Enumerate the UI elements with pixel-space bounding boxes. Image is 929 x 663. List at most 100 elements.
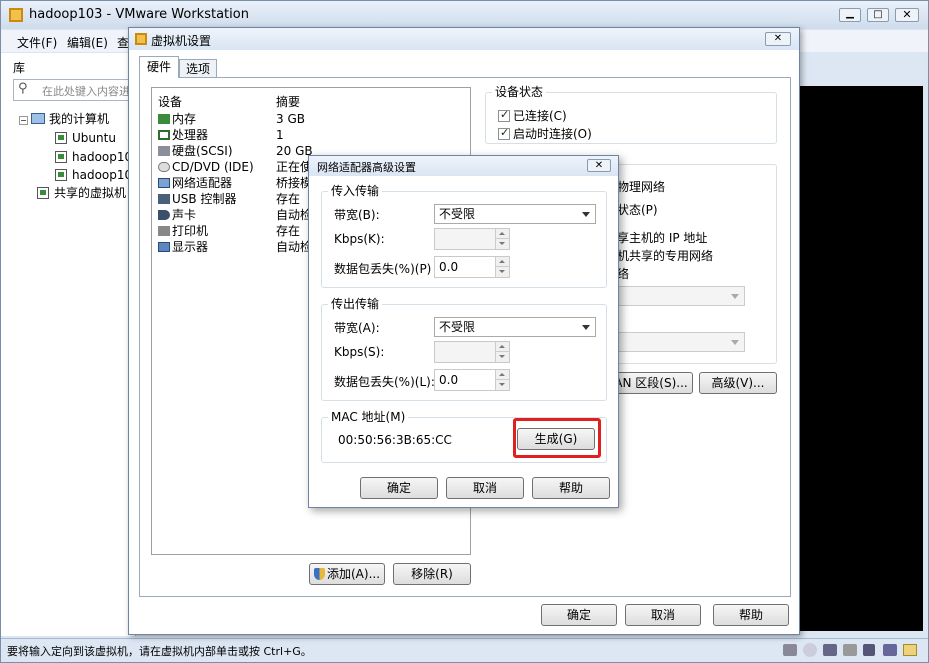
network-advanced-title-bar: 网络适配器高级设置 ✕	[309, 156, 618, 176]
tree-shared-vms[interactable]: 共享的虚拟机	[37, 185, 126, 201]
bridged-physical-network-text: 物理网络	[617, 180, 666, 194]
outgoing-loss-spinner[interactable]: 0.0	[434, 369, 510, 391]
spin-up-icon[interactable]	[495, 342, 509, 352]
outgoing-kbps-label: Kbps(S):	[334, 345, 385, 359]
device-tray-sound-icon[interactable]	[863, 644, 875, 656]
device-row-display[interactable]: 显示器 自动检	[158, 239, 312, 255]
maximize-button[interactable]: □	[867, 8, 889, 22]
device-row-network[interactable]: 网络适配器 桥接模	[158, 175, 312, 191]
tab-options[interactable]: 选项	[179, 59, 217, 78]
device-tray-display-icon[interactable]	[883, 644, 897, 656]
replicate-state-text: 状态(P)	[617, 203, 658, 217]
network-advanced-dialog: 网络适配器高级设置 ✕ 传入传输 带宽(B): 不受限 Kbps(K): 数据包…	[308, 155, 619, 508]
device-row-cpu[interactable]: 处理器 1	[158, 127, 284, 143]
library-search[interactable]: ⚲ 在此处键入内容进	[13, 79, 133, 101]
spin-up-icon[interactable]	[495, 370, 509, 380]
shared-vm-icon	[37, 187, 49, 199]
vm-icon	[55, 169, 67, 181]
connect-at-power-on-checkbox[interactable]: 启动时连接(O)	[498, 125, 592, 142]
outgoing-kbps-spinner[interactable]	[434, 341, 510, 363]
incoming-loss-label: 数据包丢失(%)(P)	[334, 262, 432, 276]
device-status-group: 设备状态 已连接(C) 启动时连接(O)	[485, 85, 777, 144]
adv-help-button[interactable]: 帮助	[532, 477, 610, 499]
device-row-printer[interactable]: 打印机 存在	[158, 223, 300, 239]
device-row-sound[interactable]: 声卡 自动检	[158, 207, 312, 223]
connected-checkbox[interactable]: 已连接(C)	[498, 107, 567, 124]
spin-down-icon[interactable]	[495, 267, 509, 277]
checkbox-checked-icon	[498, 126, 510, 140]
device-tray-hdd-icon[interactable]	[783, 644, 797, 656]
tree-vm-ubuntu[interactable]: Ubuntu	[55, 130, 116, 146]
incoming-loss-spinner[interactable]: 0.0	[434, 256, 510, 278]
status-bar: 要将输入定向到该虚拟机，请在虚拟机内部单击或按 Ctrl+G。	[1, 638, 928, 662]
vm-console[interactable]	[796, 86, 923, 631]
device-row-usb[interactable]: USB 控制器 存在	[158, 191, 300, 207]
spin-down-icon[interactable]	[495, 380, 509, 390]
spin-down-icon[interactable]	[495, 352, 509, 362]
usb-icon	[158, 194, 170, 204]
custom-network-select[interactable]	[609, 286, 745, 306]
vm-settings-close-button[interactable]: ✕	[765, 32, 791, 46]
add-hardware-button[interactable]: 添加(A)...	[309, 563, 385, 585]
mac-address-legend: MAC 地址(M)	[328, 410, 409, 424]
adv-ok-button[interactable]: 确定	[360, 477, 438, 499]
lan-segments-button[interactable]: AN 区段(S)...	[609, 372, 693, 394]
search-icon: ⚲	[18, 81, 28, 96]
summary-column-header: 摘要	[276, 95, 301, 109]
search-placeholder: 在此处键入内容进	[42, 85, 130, 98]
printer-icon	[158, 226, 170, 236]
nat-text: 享主机的 IP 地址	[617, 231, 708, 245]
remove-hardware-button[interactable]: 移除(R)	[393, 563, 471, 585]
tab-hardware[interactable]: 硬件	[139, 56, 179, 78]
incoming-kbps-spinner[interactable]	[434, 228, 510, 250]
menu-edit[interactable]: 编辑(E)	[67, 34, 108, 51]
device-tray-cd-icon[interactable]	[803, 643, 817, 657]
outgoing-loss-label: 数据包丢失(%)(L):	[334, 375, 435, 389]
incoming-bandwidth-select[interactable]: 不受限	[434, 204, 596, 224]
cpu-icon	[158, 130, 170, 140]
device-status-legend: 设备状态	[492, 85, 547, 99]
main-window-title: hadoop103 - VMware Workstation	[29, 7, 249, 22]
tree-my-computer[interactable]: − 我的计算机	[19, 111, 109, 127]
device-tray-printer-icon[interactable]	[843, 644, 857, 656]
device-column-header: 设备	[158, 95, 183, 109]
sound-icon	[158, 210, 170, 220]
chevron-down-icon	[582, 325, 590, 330]
shield-icon	[314, 568, 325, 580]
vmware-app-icon	[9, 8, 23, 22]
ok-button[interactable]: 确定	[541, 604, 617, 626]
menu-file[interactable]: 文件(F)	[17, 34, 57, 51]
network-icon	[158, 178, 170, 188]
spin-up-icon[interactable]	[495, 257, 509, 267]
minimize-button[interactable]: ▁	[839, 8, 861, 22]
device-row-memory[interactable]: 内存 3 GB	[158, 111, 305, 127]
help-button[interactable]: 帮助	[713, 604, 789, 626]
outgoing-legend: 传出传输	[328, 297, 383, 311]
computer-icon	[31, 113, 45, 124]
outgoing-bandwidth-select[interactable]: 不受限	[434, 317, 596, 337]
mac-address-field[interactable]: 00:50:56:3B:65:CC	[334, 430, 502, 452]
outgoing-transfer-group: 传出传输 带宽(A): 不受限 Kbps(S): 数据包丢失(%)(L): 0.…	[321, 297, 607, 401]
device-tray-message-icon[interactable]	[903, 644, 917, 656]
vm-icon	[55, 132, 67, 144]
chevron-down-icon	[731, 294, 739, 299]
close-window-button[interactable]: ✕	[895, 8, 919, 22]
vm-settings-title: 虚拟机设置	[151, 34, 212, 48]
vm-tab-strip	[796, 53, 923, 86]
host-only-text: 机共享的专用网络	[617, 249, 714, 263]
device-tray-network-icon[interactable]	[823, 644, 837, 656]
spin-down-icon[interactable]	[495, 239, 509, 249]
advanced-button[interactable]: 高级(V)...	[699, 372, 777, 394]
cancel-button[interactable]: 取消	[625, 604, 701, 626]
device-row-hard-disk[interactable]: 硬盘(SCSI) 20 GB	[158, 143, 313, 159]
hard-disk-icon	[158, 146, 170, 156]
memory-icon	[158, 114, 170, 124]
generate-mac-button[interactable]: 生成(G)	[517, 428, 595, 450]
network-advanced-close-button[interactable]: ✕	[587, 159, 611, 172]
adv-cancel-button[interactable]: 取消	[446, 477, 524, 499]
device-row-cd-dvd[interactable]: CD/DVD (IDE) 正在使	[158, 159, 312, 175]
lan-segment-select[interactable]	[609, 332, 745, 352]
spin-up-icon[interactable]	[495, 229, 509, 239]
incoming-transfer-group: 传入传输 带宽(B): 不受限 Kbps(K): 数据包丢失(%)(P) 0.0	[321, 184, 607, 288]
main-title-bar: hadoop103 - VMware Workstation ▁ □ ✕	[1, 1, 928, 29]
